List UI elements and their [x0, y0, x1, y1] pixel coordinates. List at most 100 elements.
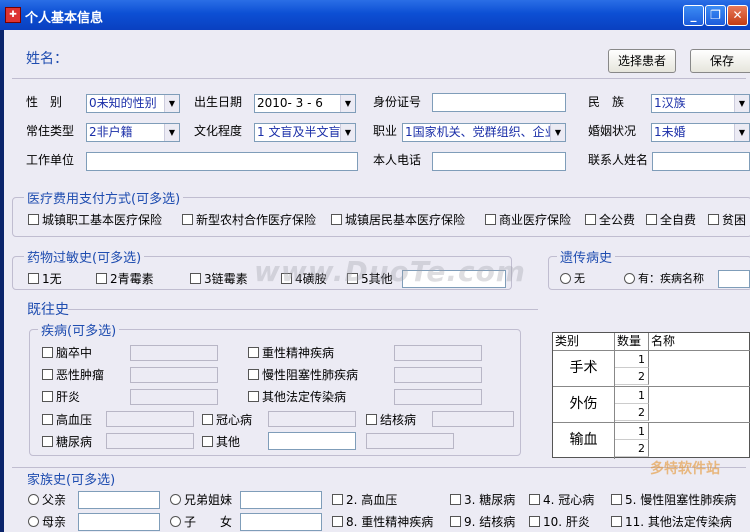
disease-checkbox-l1[interactable]: [42, 369, 53, 380]
contact-input[interactable]: [652, 152, 750, 171]
table-row[interactable]: 手术 1 2: [553, 350, 750, 387]
corner-watermark: 多特软件站: [650, 461, 720, 477]
family-checkbox-9[interactable]: [450, 516, 461, 527]
job-label: 职业: [373, 124, 398, 138]
heredity-title: 遗传病史: [557, 247, 616, 266]
disease-date-r2[interactable]: [394, 389, 482, 405]
family-label-10: 10. 肝炎: [543, 515, 590, 529]
work-label: 工作单位: [26, 153, 75, 167]
phone-input[interactable]: [432, 152, 566, 171]
family-children-input[interactable]: [240, 513, 322, 531]
family-radio-children[interactable]: [170, 516, 181, 527]
save-button[interactable]: 保存: [690, 49, 750, 73]
select-patient-button[interactable]: 选择患者: [608, 49, 676, 73]
family-checkbox-5[interactable]: [611, 494, 622, 505]
payment-checkbox-2[interactable]: [331, 214, 342, 225]
family-checkbox-10[interactable]: [529, 516, 540, 527]
disease-label-other: 其他: [216, 435, 241, 449]
family-checkbox-11[interactable]: [611, 516, 622, 527]
education-select[interactable]: 1 文盲及半文盲 ▼: [254, 123, 356, 142]
table-header-count: 数量: [615, 333, 649, 350]
family-checkbox-2[interactable]: [332, 494, 343, 505]
disease-checkbox-l0[interactable]: [42, 347, 53, 358]
allergy-checkbox-2[interactable]: [190, 273, 201, 284]
history-table: 类别 数量 名称 手术 1 2 外伤 1 2 输血 1 2: [552, 332, 750, 459]
disease-checkbox-hbp[interactable]: [42, 414, 53, 425]
allergy-title: 药物过敏史(可多选): [24, 247, 145, 266]
disease-date-dm[interactable]: [106, 433, 194, 449]
history-title: 既往史: [24, 299, 72, 319]
maximize-button[interactable]: ❐: [705, 5, 726, 26]
payment-checkbox-6[interactable]: [708, 214, 719, 225]
disease-date-l2[interactable]: [130, 389, 218, 405]
disease-checkbox-r1[interactable]: [248, 369, 259, 380]
education-label: 文化程度: [194, 124, 243, 138]
allergy-label-2: 3链霉素: [204, 272, 248, 286]
disease-date-other[interactable]: [366, 433, 454, 449]
payment-label-1: 新型农村合作医疗保险: [196, 213, 317, 227]
residence-select[interactable]: 2非户籍 ▼: [86, 123, 180, 142]
disease-date-l0[interactable]: [130, 345, 218, 361]
disease-checkbox-tb[interactable]: [366, 414, 377, 425]
chevron-down-icon: ▼: [734, 124, 749, 141]
payment-checkbox-1[interactable]: [182, 214, 193, 225]
heredity-has-radio[interactable]: [624, 273, 635, 284]
family-mother-input[interactable]: [78, 513, 160, 531]
payment-checkbox-5[interactable]: [646, 214, 657, 225]
table-row[interactable]: 输血 1 2: [553, 422, 750, 459]
table-row-count: 1: [615, 423, 649, 440]
disease-label-r0: 重性精神疾病: [262, 346, 335, 360]
disease-checkbox-r0[interactable]: [248, 347, 259, 358]
disease-checkbox-dm[interactable]: [42, 436, 53, 447]
disease-checkbox-l2[interactable]: [42, 391, 53, 402]
disease-other-input[interactable]: [268, 432, 356, 450]
disease-date-chd[interactable]: [268, 411, 356, 427]
disease-checkbox-r2[interactable]: [248, 391, 259, 402]
marital-select[interactable]: 1未婚 ▼: [651, 123, 750, 142]
family-father-input[interactable]: [78, 491, 160, 509]
disease-label-l1: 恶性肿瘤: [56, 368, 105, 382]
payment-checkbox-0[interactable]: [28, 214, 39, 225]
payment-checkbox-4[interactable]: [585, 214, 596, 225]
nation-select[interactable]: 1汉族 ▼: [651, 94, 750, 113]
heredity-none-radio[interactable]: [560, 273, 571, 284]
gender-select[interactable]: 0未知的性别 ▼: [86, 94, 180, 113]
phone-label: 本人电话: [373, 153, 422, 167]
disease-date-r1[interactable]: [394, 367, 482, 383]
window-title: 个人基本信息: [25, 11, 104, 26]
table-row-count: 2: [615, 440, 649, 457]
disease-date-tb[interactable]: [432, 411, 514, 427]
family-radio-mother[interactable]: [28, 516, 39, 527]
family-label-siblings: 兄弟姐妹: [184, 493, 233, 507]
family-siblings-input[interactable]: [240, 491, 322, 509]
disease-date-r0[interactable]: [394, 345, 482, 361]
family-radio-father[interactable]: [28, 494, 39, 505]
table-row[interactable]: 外伤 1 2: [553, 386, 750, 423]
divider: [12, 467, 746, 468]
disease-label-tb: 结核病: [380, 413, 417, 427]
job-select[interactable]: 1国家机关、党群组织、企业 ▼: [402, 123, 566, 142]
disease-checkbox-chd[interactable]: [202, 414, 213, 425]
allergy-checkbox-0[interactable]: [28, 273, 39, 284]
birth-select[interactable]: 2010- 3 - 6 ▼: [254, 94, 356, 113]
idcard-input[interactable]: [432, 93, 566, 112]
minimize-button[interactable]: _: [683, 5, 704, 26]
heredity-disease-input[interactable]: [718, 270, 750, 288]
disease-label-hbp: 高血压: [56, 413, 93, 427]
family-checkbox-3[interactable]: [450, 494, 461, 505]
family-checkbox-8[interactable]: [332, 516, 343, 527]
disease-checkbox-other[interactable]: [202, 436, 213, 447]
payment-label-6: 贫困: [722, 213, 747, 227]
payment-checkbox-3[interactable]: [485, 214, 496, 225]
contact-label: 联系人姓名: [588, 153, 649, 167]
family-label-3: 3. 糖尿病: [464, 493, 516, 507]
birth-label: 出生日期: [194, 95, 243, 109]
close-button[interactable]: ✕: [727, 5, 748, 26]
family-checkbox-4[interactable]: [529, 494, 540, 505]
disease-date-hbp[interactable]: [106, 411, 194, 427]
disease-label-chd: 冠心病: [216, 413, 253, 427]
disease-date-l1[interactable]: [130, 367, 218, 383]
family-radio-siblings[interactable]: [170, 494, 181, 505]
allergy-checkbox-1[interactable]: [96, 273, 107, 284]
work-input[interactable]: [86, 152, 358, 171]
